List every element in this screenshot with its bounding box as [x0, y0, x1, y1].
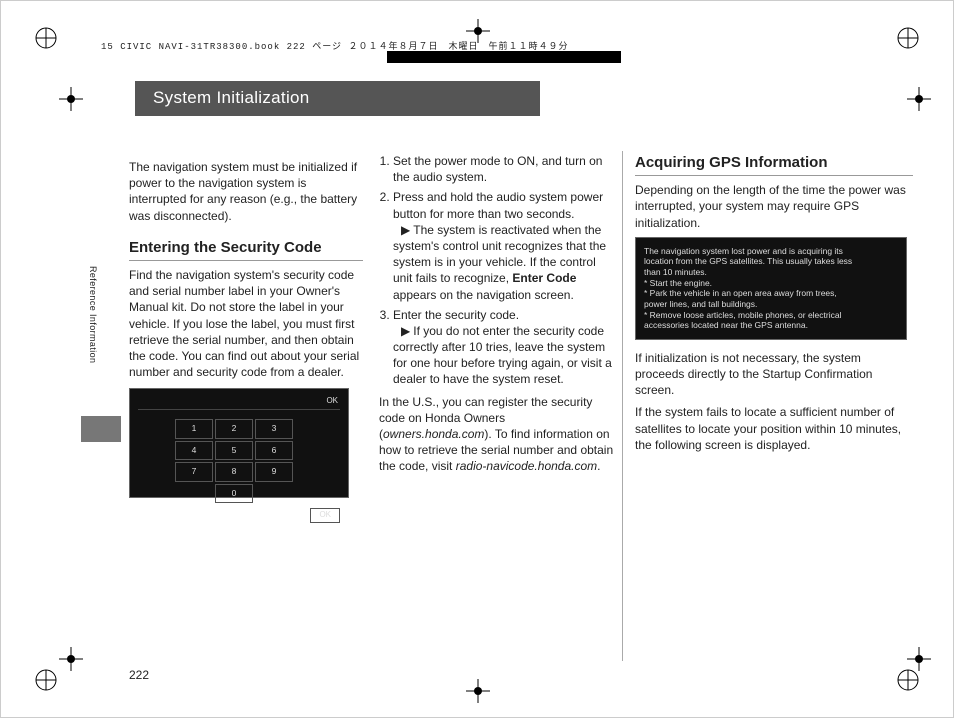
reg-mark-icon: [33, 25, 59, 51]
us-register-text: In the U.S., you can register the securi…: [379, 394, 614, 475]
heading-gps: Acquiring GPS Information: [635, 153, 913, 176]
crop-target-icon: [59, 87, 83, 111]
key-7: 7: [175, 462, 213, 481]
key-5: 5: [215, 441, 253, 460]
column-3: Acquiring GPS Information Depending on t…: [635, 153, 913, 459]
security-code-text: Find the navigation system's security co…: [129, 267, 363, 380]
triangle-icon: ▶: [401, 222, 410, 238]
triangle-icon: ▶: [401, 323, 410, 339]
keypad-ok-button: OK: [310, 508, 340, 523]
side-tab-marker: [81, 416, 121, 442]
step-1: Set the power mode to ON, and turn on th…: [393, 153, 614, 185]
intro-text: The navigation system must be initialize…: [129, 159, 363, 224]
keypad-screenshot: OK 123 456 789 0 OK: [129, 388, 349, 498]
gps-intro: Depending on the length of the time the …: [635, 182, 913, 231]
column-1: The navigation system must be initialize…: [129, 153, 363, 506]
manual-page: 15 CIVIC NAVI-31TR38300.book 222 ページ ２０１…: [0, 0, 954, 718]
content-columns: The navigation system must be initialize…: [129, 153, 919, 677]
key-4: 4: [175, 441, 213, 460]
keypad-ok-label: OK: [326, 396, 338, 407]
steps-list: Set the power mode to ON, and turn on th…: [379, 153, 614, 388]
step-2: Press and hold the audio system power bu…: [393, 189, 614, 302]
crop-target-icon: [466, 19, 490, 43]
key-0: 0: [215, 484, 253, 503]
column-2: Set the power mode to ON, and turn on th…: [379, 153, 614, 481]
key-2: 2: [215, 419, 253, 438]
step-3: Enter the security code. ▶If you do not …: [393, 307, 614, 388]
side-tab-label: Reference Information: [87, 266, 99, 363]
key-3: 3: [255, 419, 293, 438]
gps-screenshot: The navigation system lost power and is …: [635, 237, 907, 340]
page-number: 222: [129, 667, 149, 683]
header-black-bar: [387, 51, 621, 63]
crop-target-icon: [59, 647, 83, 671]
key-9: 9: [255, 462, 293, 481]
keypad-grid: 123 456 789 0: [174, 418, 340, 504]
heading-security-code: Entering the Security Code: [129, 238, 363, 261]
page-title: System Initialization: [135, 81, 540, 116]
gps-p3: If the system fails to locate a sufficie…: [635, 404, 913, 453]
reg-mark-icon: [33, 667, 59, 693]
key-8: 8: [215, 462, 253, 481]
crop-target-icon: [466, 679, 490, 703]
key-6: 6: [255, 441, 293, 460]
gps-p2: If initialization is not necessary, the …: [635, 350, 913, 399]
crop-target-icon: [907, 87, 931, 111]
key-1: 1: [175, 419, 213, 438]
